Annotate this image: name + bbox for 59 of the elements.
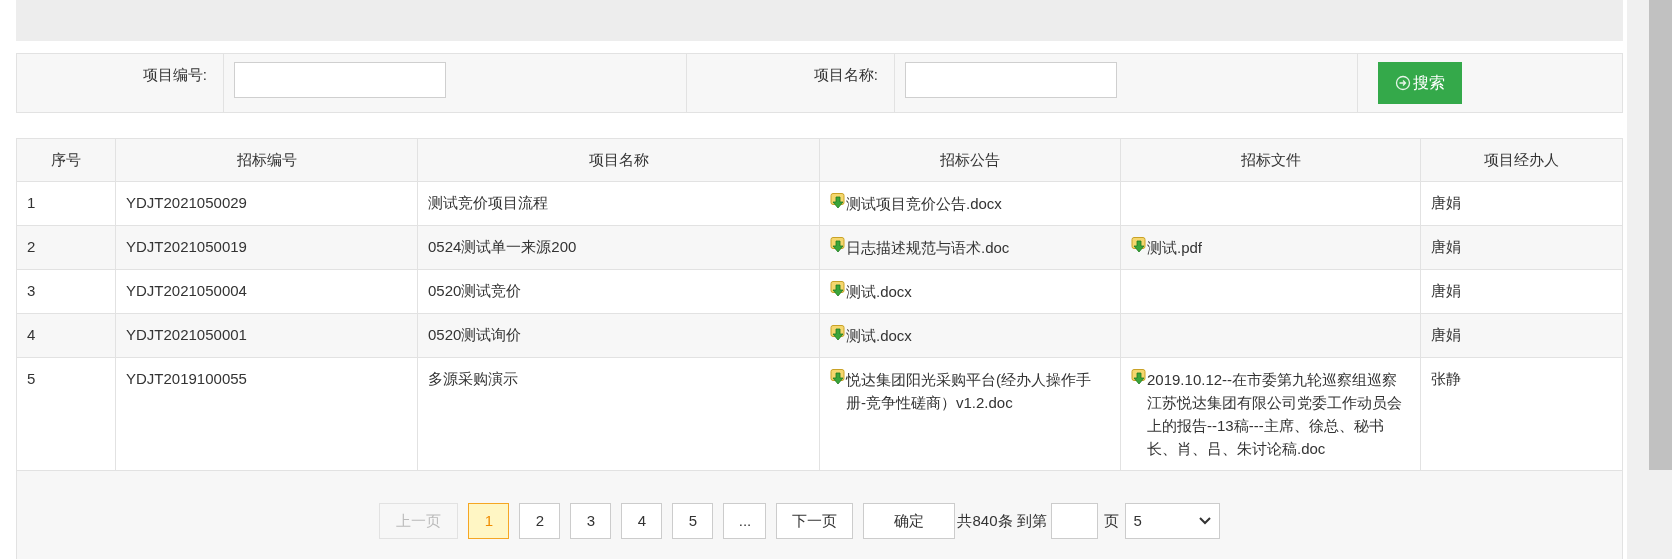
total-count: 共840条 (957, 510, 1013, 531)
file-link[interactable]: 测试.docx (846, 280, 912, 303)
table-cell: YDJT2021050029 (126, 194, 247, 211)
file-link[interactable]: 悦达集团阳光采购平台(经办人操作手册-竞争性磋商）v1.2.doc (846, 368, 1110, 414)
page-button[interactable]: 4 (621, 503, 663, 539)
table-cell: 唐娟 (1431, 326, 1461, 343)
table-cell: 张静 (1431, 370, 1461, 387)
file-link[interactable]: 测试.pdf (1147, 236, 1203, 259)
file-link[interactable]: 2019.10.12--在市委第九轮巡察组巡察江苏悦达集团有限公司党委工作动员会上的报告--13稿---主席、徐总、秘书长、肖、吕、朱讨论稿.doc (1147, 368, 1410, 460)
download-icon (830, 325, 846, 342)
table-cell: 0520测试询价 (428, 326, 522, 343)
download-icon (1131, 237, 1147, 254)
table-cell: YDJT2019100055 (126, 370, 247, 387)
field-label: 项目编号: (142, 65, 207, 85)
confirm-button[interactable]: 确定 (863, 503, 956, 539)
column-header: 序号 (51, 149, 81, 170)
table-cell: 唐娟 (1431, 194, 1461, 211)
column-header: 项目经办人 (1484, 149, 1559, 170)
download-icon (830, 369, 846, 386)
table-cell: 2 (27, 238, 36, 255)
download-icon (830, 237, 846, 254)
input-field[interactable] (905, 62, 1117, 98)
download-icon (830, 193, 846, 210)
download-icon (830, 281, 846, 298)
table-cell: 1 (27, 194, 36, 211)
next-page-button[interactable]: 下一页 (776, 503, 854, 539)
table-cell: 测试竞价项目流程 (428, 194, 548, 211)
scrollbar-thumb[interactable] (1649, 0, 1672, 470)
field-label: 项目名称: (813, 65, 878, 85)
ellipsis-button[interactable]: ... (723, 503, 767, 539)
table-cell: YDJT2021050019 (126, 238, 247, 255)
page-input[interactable] (1050, 503, 1098, 539)
table-cell: YDJT2021050001 (126, 326, 247, 343)
table-cell: 0520测试竞价 (428, 282, 522, 299)
column-header: 招标编号 (236, 149, 297, 170)
file-link[interactable]: 日志描述规范与语术.doc (846, 236, 1010, 259)
arrow-circle-icon (1395, 75, 1411, 91)
page-button[interactable]: 2 (519, 503, 561, 539)
download-icon (1131, 369, 1147, 386)
goto-label: 到第 (1016, 510, 1047, 531)
input-field[interactable] (234, 62, 446, 98)
column-header: 项目名称 (588, 149, 649, 170)
chevron-down-icon (1198, 517, 1211, 525)
table-cell: 4 (27, 326, 36, 343)
column-header: 招标公告 (940, 149, 1000, 170)
table-cell: 唐娟 (1431, 238, 1461, 255)
table-cell: YDJT2021050004 (126, 282, 247, 299)
file-link[interactable]: 测试.docx (846, 324, 912, 347)
page-size-select[interactable]: 5 (1124, 503, 1220, 539)
table-cell: 多源采购演示 (428, 370, 518, 387)
page-button[interactable]: 5 (672, 503, 714, 539)
file-link[interactable]: 测试项目竞价公告.docx (846, 192, 1002, 215)
table-cell: 5 (27, 370, 36, 387)
table-cell: 0524测试单一来源200 (428, 238, 577, 255)
table-cell: 3 (27, 282, 36, 299)
page-unit: 页 (1103, 510, 1119, 531)
page-button[interactable]: 3 (570, 503, 612, 539)
column-header: 招标文件 (1240, 149, 1301, 170)
table-cell: 唐娟 (1431, 282, 1461, 299)
